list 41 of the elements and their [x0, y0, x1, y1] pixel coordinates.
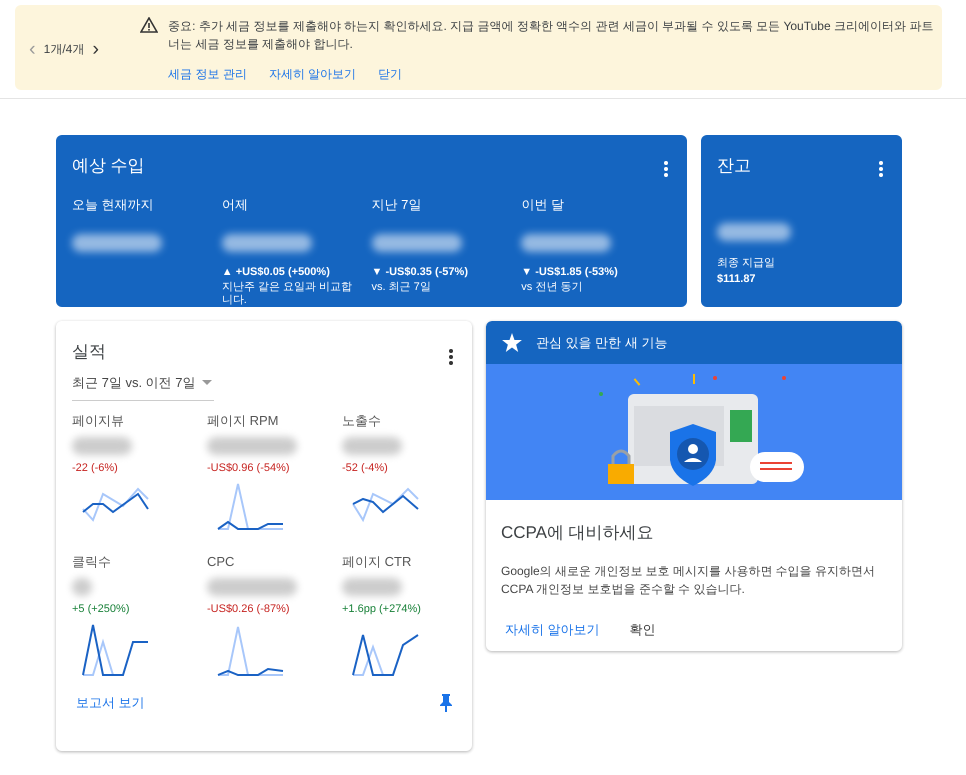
metric-label: 이번 달 — [521, 196, 565, 214]
card-title: 잔고 — [717, 155, 751, 177]
page-count: 1개/4개 — [44, 40, 84, 58]
metric-label: 클릭수 — [72, 553, 112, 571]
range-dropdown[interactable]: 최근 7일 vs. 이전 7일 — [72, 372, 214, 401]
feature-description: Google의 새로운 개인정보 보호 메시지를 사용하면 수입을 유지하면서 CCPA 개인정보 보호법을 준수할 수 있습니다. — [501, 562, 876, 598]
metric-label: 페이지뷰 — [72, 412, 125, 430]
previous-button[interactable]: ‹ — [29, 38, 36, 58]
action-button[interactable]: 자세히 알아보기 — [505, 620, 600, 639]
change-value: -52 (-4%) — [342, 460, 389, 476]
banner-message: 중요: 추가 세금 정보를 제출해야 하는지 확인하세요. 지급 금액에 정확한 액수의 관련 세금이 부과될 수 있도록 모든 YouTube 크리에이터와 파트너는 세금 정보를 제출해야 합니다. — [168, 18, 934, 53]
change-value: -US$0.96 (-54%) — [207, 460, 291, 476]
change-value: -US$0.26 (-87%) — [207, 602, 291, 616]
payment-amount: $111.87 — [717, 272, 757, 287]
metric-label: 노출수 — [342, 412, 382, 430]
change-value: +5 (+250%) — [72, 602, 130, 616]
metric-label: CPC — [207, 553, 236, 571]
banner-link[interactable]: 세금 정보 관리 — [168, 65, 247, 83]
card-title: 예상 수입 — [72, 155, 145, 177]
feature-header: 관심 있을 만한 새 기능 — [536, 334, 668, 352]
metric-label: 페이지 RPM — [207, 412, 280, 430]
comparison-note: vs 전년 동기 — [521, 280, 584, 294]
comparison-note: vs. 최근 7일 — [372, 280, 432, 294]
change-value: -22 (-6%) — [72, 460, 119, 476]
card-title: 실적 — [72, 341, 106, 363]
metric-label: 지난 7일 — [372, 196, 422, 214]
report-link[interactable]: 보고서 보기 — [76, 693, 145, 712]
change-value: ▼ -US$1.85 (-53%) — [521, 265, 619, 280]
change-value: +1.6pp (+274%) — [342, 602, 422, 616]
metric-label: 페이지 CTR — [342, 553, 412, 571]
feature-title: CCPA에 대비하세요 — [501, 522, 655, 544]
action-button[interactable]: 확인 — [630, 620, 656, 639]
comparison-note: 지난주 같은 요일과 비교합니다. — [222, 280, 353, 308]
payment-label: 최종 지급일 — [717, 256, 776, 270]
metric-label: 어제 — [222, 196, 249, 214]
banner-link[interactable]: 자세히 알아보기 — [268, 65, 356, 83]
next-button[interactable]: › — [92, 38, 100, 58]
metric-label: 오늘 현재까지 — [72, 196, 155, 214]
change-value: ▼ -US$0.35 (-57%) — [372, 265, 469, 280]
banner-link[interactable]: 닫기 — [378, 65, 402, 83]
change-value: ▲ +US$0.05 (+500%) — [222, 265, 331, 280]
